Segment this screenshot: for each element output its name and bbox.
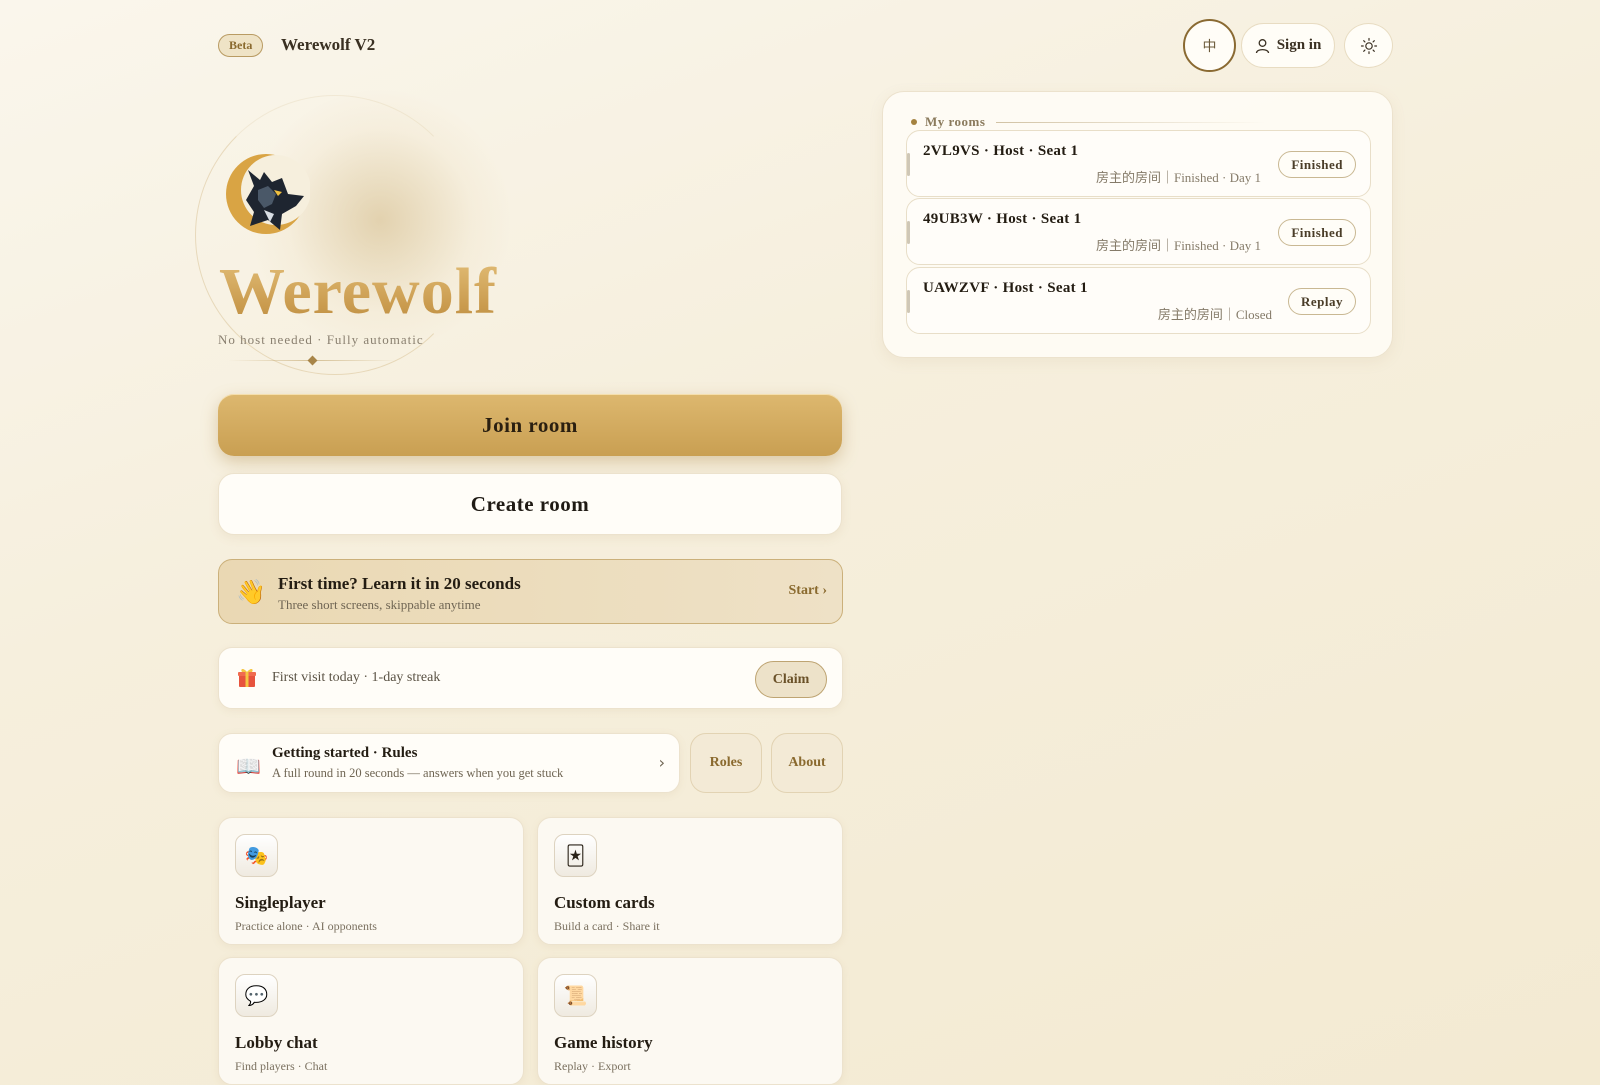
sign-in-button[interactable]: Sign in bbox=[1241, 23, 1335, 68]
game-history-tile[interactable]: 📜 Game history Replay · Export bbox=[537, 957, 843, 1085]
tile-title: Game history bbox=[554, 1033, 653, 1052]
language-toggle-button[interactable]: 中 bbox=[1183, 19, 1236, 72]
language-label: 中 bbox=[1202, 38, 1217, 55]
create-room-button[interactable]: Create room bbox=[218, 473, 842, 535]
my-rooms-panel: My rooms 2VL9VS · Host · Seat 1 房主的房间｜Fi… bbox=[882, 91, 1393, 358]
daily-streak-card: First visit today · 1-day streak Claim bbox=[218, 647, 843, 709]
open-book-icon: 📖 bbox=[236, 754, 261, 778]
about-button[interactable]: About bbox=[771, 733, 843, 793]
room-title: 49UB3W · Host · Seat 1 bbox=[923, 211, 1082, 227]
room-item[interactable]: UAWZVF · Host · Seat 1 房主的房间｜Closed Repl… bbox=[906, 267, 1371, 334]
tutorial-title: First time? Learn it in 20 seconds bbox=[278, 574, 521, 593]
my-rooms-heading: My rooms bbox=[911, 114, 985, 130]
lobby-chat-tile[interactable]: 💬 Lobby chat Find players · Chat bbox=[218, 957, 524, 1085]
heading-divider bbox=[996, 122, 1266, 123]
roles-button[interactable]: Roles bbox=[690, 733, 762, 793]
waving-hand-icon: 👋 bbox=[236, 578, 266, 606]
room-meta: 房主的房间｜Closed bbox=[1157, 307, 1272, 322]
room-status-button[interactable]: Finished bbox=[1278, 151, 1356, 178]
tutorial-card[interactable]: 👋 First time? Learn it in 20 seconds Thr… bbox=[218, 559, 843, 624]
theater-masks-icon: 🎭 bbox=[235, 834, 278, 877]
beta-badge: Beta bbox=[218, 34, 264, 57]
replay-button[interactable]: Replay bbox=[1288, 288, 1356, 315]
tile-subtitle: Find players · Chat bbox=[235, 1059, 328, 1073]
gift-icon bbox=[238, 668, 256, 687]
custom-cards-tile[interactable]: 🃏 Custom cards Build a card · Share it bbox=[537, 817, 843, 945]
tutorial-subtitle: Three short screens, skippable anytime bbox=[278, 597, 481, 612]
app-title: Werewolf V2 bbox=[281, 35, 376, 54]
tile-subtitle: Build a card · Share it bbox=[554, 919, 660, 933]
sign-in-label: Sign in bbox=[1276, 37, 1322, 53]
hero-tagline: No host needed · Fully automatic bbox=[218, 332, 424, 347]
sun-icon bbox=[1360, 37, 1377, 54]
room-status-button[interactable]: Finished bbox=[1278, 219, 1356, 246]
wolf-logo-icon bbox=[226, 154, 310, 234]
singleplayer-tile[interactable]: 🎭 Singleplayer Practice alone · AI oppon… bbox=[218, 817, 524, 945]
claim-button[interactable]: Claim bbox=[755, 661, 827, 698]
user-icon bbox=[1255, 38, 1269, 53]
hero-title: Werewolf bbox=[219, 255, 498, 328]
rules-title: Getting started · Rules bbox=[272, 745, 418, 761]
card-icon: 🃏 bbox=[554, 834, 597, 877]
room-title: 2VL9VS · Host · Seat 1 bbox=[923, 143, 1079, 159]
scroll-icon: 📜 bbox=[554, 974, 597, 1017]
tile-subtitle: Practice alone · AI opponents bbox=[235, 919, 377, 933]
chevron-right-icon: › bbox=[658, 753, 665, 772]
room-meta: 房主的房间｜Finished · Day 1 bbox=[1095, 170, 1261, 185]
room-title: UAWZVF · Host · Seat 1 bbox=[923, 280, 1088, 296]
join-room-button[interactable]: Join room bbox=[218, 394, 842, 456]
theme-toggle-button[interactable] bbox=[1344, 23, 1393, 68]
tile-title: Custom cards bbox=[554, 893, 655, 912]
room-item[interactable]: 49UB3W · Host · Seat 1 房主的房间｜Finished · … bbox=[906, 198, 1371, 265]
tile-title: Singleplayer bbox=[235, 893, 326, 912]
streak-text: First visit today · 1-day streak bbox=[272, 670, 441, 685]
tutorial-start-link[interactable]: Start › bbox=[789, 583, 828, 599]
rules-subtitle: A full round in 20 seconds — answers whe… bbox=[272, 766, 564, 780]
speech-bubble-icon: 💬 bbox=[235, 974, 278, 1017]
room-item[interactable]: 2VL9VS · Host · Seat 1 房主的房间｜Finished · … bbox=[906, 130, 1371, 197]
rules-card[interactable]: 📖 Getting started · Rules A full round i… bbox=[218, 733, 680, 793]
bullet-dot-icon bbox=[911, 119, 917, 125]
room-meta: 房主的房间｜Finished · Day 1 bbox=[1095, 238, 1261, 253]
my-rooms-label: My rooms bbox=[925, 114, 986, 129]
tile-title: Lobby chat bbox=[235, 1033, 318, 1052]
tile-subtitle: Replay · Export bbox=[554, 1059, 631, 1073]
